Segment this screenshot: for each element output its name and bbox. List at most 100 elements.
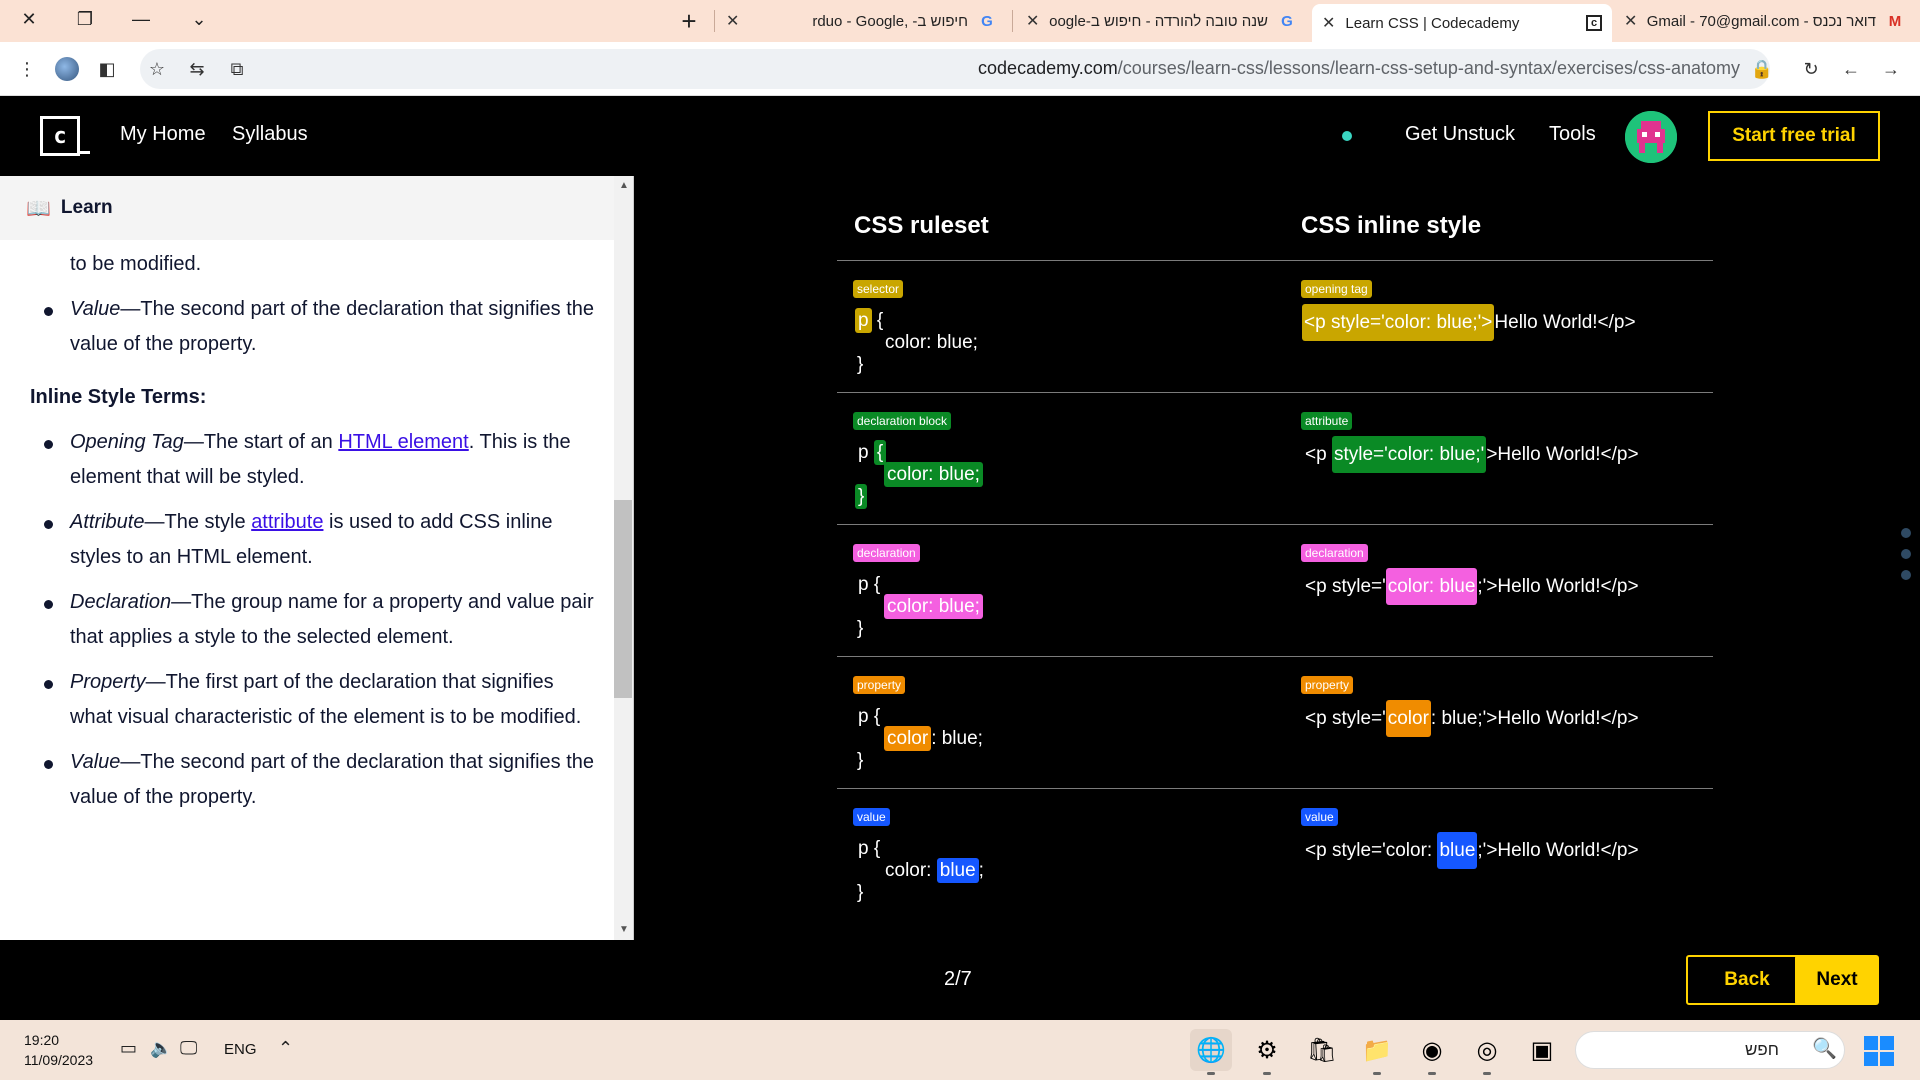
tab-title: שנה טובה להורדה - חיפוש ב-Google (1049, 12, 1268, 30)
tab-close-icon[interactable]: ✕ (1322, 13, 1335, 33)
ruleset-code-declaration: color: blue; (884, 594, 983, 619)
codecademy-logo[interactable]: c (40, 116, 80, 156)
pane-handle-dot[interactable] (1901, 528, 1911, 538)
ruleset-code-close: } (857, 354, 864, 375)
book-icon: 📖 (26, 197, 51, 220)
settings-gear-icon[interactable]: ⚙ (1246, 1029, 1288, 1075)
gmail-icon: M (1888, 12, 1902, 30)
pane-handle-dot[interactable] (1901, 570, 1911, 580)
restore-window-icon[interactable]: ❐ (62, 0, 108, 38)
attribute-link[interactable]: attribute (251, 511, 323, 533)
ruleset-code-close: } (855, 484, 868, 509)
tab-list-chevron-icon[interactable]: ⌄ (176, 0, 222, 38)
html-element-link[interactable]: HTML element (338, 431, 468, 453)
extensions-icon[interactable]: ⧉ (222, 54, 252, 84)
google-icon: G (981, 12, 993, 30)
edge-browser-icon[interactable]: ◉ (1411, 1029, 1453, 1075)
ruleset-code-p: p { (858, 440, 887, 465)
scroll-down-icon[interactable]: ▼ (614, 920, 633, 938)
ruleset-code-close: } (857, 618, 864, 639)
badge-value: value (853, 808, 890, 826)
start-free-trial-button[interactable]: Start free trial (1708, 111, 1880, 161)
list-item-value-2: Value—The second part of the declaration… (30, 745, 600, 815)
nav-my-home[interactable]: My Home (120, 123, 206, 146)
tab-title: דואר נכנס - Gmail - 70@gmail.com (1647, 12, 1876, 30)
ruleset-code-decl-block: color: blue; (884, 462, 983, 487)
forward-arrow-icon[interactable]: → (1876, 54, 1906, 84)
back-arrow-icon[interactable]: ← (1836, 54, 1866, 84)
chrome-icon[interactable]: ◎ (1466, 1029, 1508, 1075)
tab-close-icon[interactable]: ✕ (1026, 11, 1039, 31)
terminal-icon[interactable]: ▣ (1521, 1029, 1563, 1071)
badge-declaration-block: declaration block (853, 412, 952, 430)
browser-tab-google-search-2[interactable]: ✕ שנה טובה להורדה - חיפוש ב-Google G (1016, 4, 1306, 38)
favorite-star-icon[interactable]: ☆ (142, 54, 172, 84)
file-explorer-icon[interactable]: 📁 (1356, 1029, 1398, 1075)
lesson-footer: 2/7 Back Next (0, 940, 1920, 1020)
ruleset-code-p: p { (858, 574, 881, 595)
ruleset-code-value: color: blue; (885, 858, 984, 883)
css-ruleset-heading: CSS ruleset (854, 212, 989, 239)
badge-property-inline: property (1301, 676, 1354, 694)
inline-code-value: <p style='color: blue ;'>Hello World!</p> (1305, 832, 1639, 869)
network-icon[interactable]: 🖵 (180, 1038, 197, 1059)
battery-icon[interactable]: ▭ (120, 1038, 137, 1059)
next-button[interactable]: Next (1795, 955, 1879, 1005)
pane-handle-dot[interactable] (1901, 549, 1911, 559)
back-button[interactable]: Back (1686, 955, 1808, 1005)
user-avatar[interactable] (1625, 111, 1677, 163)
site-header: c My Home Syllabus Get Unstuck Tools Sta… (0, 96, 1920, 176)
tab-close-icon[interactable]: ✕ (1624, 11, 1637, 31)
scrollbar-thumb[interactable] (614, 500, 632, 698)
volume-icon[interactable]: 🔈 (150, 1038, 172, 1059)
windows-taskbar: 19:20 11/09/2023 ▭ 🔈 🖵 ENG ⌃ 🌐 ⚙ 🛍 📁 ◉ ◎… (0, 1020, 1920, 1080)
new-tab-button[interactable]: + (672, 4, 706, 38)
reload-icon[interactable]: ↻ (1796, 54, 1826, 84)
chrome-profile-icon[interactable]: 🌐 (1190, 1029, 1232, 1075)
inline-code-attribute: <p style='color: blue;' >Hello World!</p> (1305, 436, 1639, 473)
badge-property: property (853, 676, 906, 694)
url-text[interactable]: codecademy.com/courses/learn-css/lessons… (978, 58, 1740, 79)
tab-close-icon[interactable]: ✕ (726, 11, 739, 31)
google-icon: G (1281, 12, 1293, 30)
taskbar-search-input[interactable] (1575, 1031, 1845, 1069)
browser-tab-codecademy[interactable]: ✕ Learn CSS | Codecademy c (1312, 4, 1612, 42)
css-inline-style-heading: CSS inline style (1301, 212, 1482, 239)
share-icon[interactable]: ⇆ (182, 54, 212, 84)
tab-title: Learn CSS | Codecademy (1345, 14, 1520, 32)
badge-declaration-inline: declaration (1301, 544, 1368, 562)
tray-chevron-up-icon[interactable]: ⌃ (278, 1038, 293, 1059)
menu-dots-icon[interactable]: ⋮ (12, 54, 42, 84)
browser-tab-gmail[interactable]: ✕ דואר נכנס - Gmail - 70@gmail.com M (1614, 4, 1914, 38)
get-unstuck-button[interactable]: Get Unstuck (1405, 123, 1515, 146)
exercise-progress: 2/7 (944, 968, 972, 990)
search-placeholder: חפש (1745, 1040, 1779, 1059)
learn-title: Learn (60, 197, 113, 218)
sidebar-toggle-icon[interactable]: ◧ (92, 54, 122, 84)
lock-icon: 🔒 (1750, 58, 1774, 79)
tools-button[interactable]: Tools (1549, 123, 1596, 146)
codecademy-icon: c (1586, 15, 1602, 31)
ruleset-code-property: color: blue; (884, 726, 983, 751)
ruleset-code-line: color: blue; (885, 332, 978, 353)
nav-syllabus[interactable]: Syllabus (232, 123, 308, 146)
search-icon[interactable]: 🔍 (1812, 1036, 1837, 1061)
scroll-up-icon[interactable]: ▲ (614, 176, 633, 194)
lesson-panel: 📖 Learn signifies what visual characteri… (0, 176, 634, 940)
list-item-attribute: Attribute—The style attribute is used to… (30, 505, 600, 575)
windows-start-icon[interactable] (1864, 1036, 1894, 1066)
browser-tab-strip: ✕ ❐ — ⌄ + ✕ חיפוש ב- ,rduo - Google G ✕ … (0, 0, 1920, 42)
close-window-icon[interactable]: ✕ (6, 0, 52, 38)
badge-selector: selector (853, 280, 904, 298)
badge-declaration: declaration (853, 544, 920, 562)
ruleset-code-p: p { (858, 838, 881, 859)
learn-panel-header: 📖 Learn (0, 176, 614, 240)
list-item-declaration: Declaration—The group name for a propert… (30, 585, 600, 655)
microsoft-store-icon[interactable]: 🛍 (1301, 1029, 1343, 1071)
input-language[interactable]: ENG (224, 1041, 257, 1058)
browser-tab-google-search-1[interactable]: ✕ חיפוש ב- ,rduo - Google G (716, 4, 1006, 38)
minimize-window-icon[interactable]: — (118, 0, 164, 38)
list-item-value: Value—The second part of the declaration… (30, 292, 600, 362)
profile-avatar-icon[interactable] (52, 54, 82, 84)
system-clock[interactable]: 19:20 11/09/2023 (24, 1030, 93, 1070)
